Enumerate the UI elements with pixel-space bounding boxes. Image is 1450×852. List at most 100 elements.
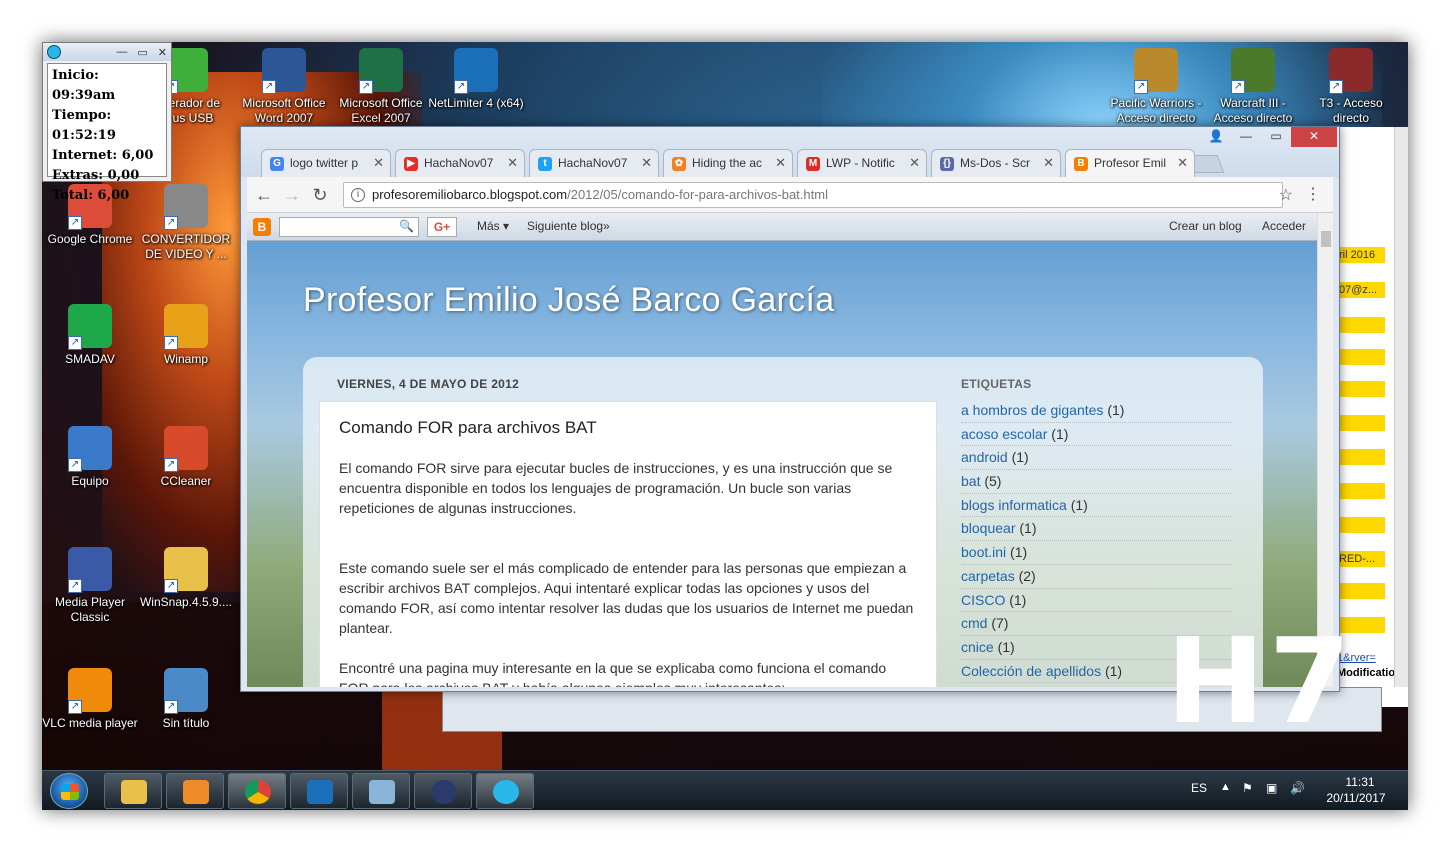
- blog-title[interactable]: Profesor Emilio José Barco García: [303, 281, 834, 320]
- address-bar[interactable]: i profesoremiliobarco.blogspot.com/2012/…: [343, 182, 1283, 208]
- volume-icon[interactable]: 🔊: [1290, 781, 1305, 795]
- taskbar-netlimiter[interactable]: [290, 773, 348, 809]
- sign-in-link[interactable]: Acceder: [1262, 219, 1306, 233]
- label-item[interactable]: acoso escolar (1): [961, 423, 1231, 447]
- menu-dots-icon[interactable]: ⋮: [1305, 184, 1321, 204]
- desktop-shortcut[interactable]: ↗ Media Player Classic: [42, 547, 138, 625]
- blog-search-input[interactable]: 🔍: [279, 217, 419, 237]
- desktop-shortcut[interactable]: ↗ Sin título: [138, 668, 234, 731]
- desktop-shortcut[interactable]: ↗ Pacific Warriors - Acceso directo: [1108, 48, 1204, 126]
- tray-time[interactable]: 11:31: [1337, 775, 1383, 789]
- label-link[interactable]: android: [961, 449, 1008, 465]
- bg-scrollbar[interactable]: [1394, 127, 1408, 687]
- tab-logo-twitter[interactable]: Glogo twitter p ✕: [261, 149, 391, 177]
- shortcut-arrow-icon: ↗: [454, 80, 468, 94]
- tab-close-icon[interactable]: ✕: [373, 155, 384, 171]
- create-blog-link[interactable]: Crear un blog: [1169, 219, 1242, 233]
- label-link[interactable]: a hombros de gigantes: [961, 402, 1103, 418]
- taskbar-chrome[interactable]: [228, 773, 286, 809]
- tab-profesor-emilio[interactable]: B Profesor Emil ✕: [1065, 149, 1195, 177]
- next-blog-link[interactable]: Siguiente blog»: [527, 219, 610, 233]
- desktop-shortcut[interactable]: ↗ T3 - Acceso directo: [1303, 48, 1399, 126]
- language-indicator[interactable]: ES: [1191, 781, 1207, 795]
- start-button[interactable]: [50, 773, 88, 809]
- desktop-shortcut[interactable]: ↗ SMADAV: [42, 304, 138, 367]
- tab-gmail-lwp[interactable]: M LWP - Notific ✕: [797, 149, 927, 177]
- label-link[interactable]: carpetas: [961, 568, 1015, 584]
- desktop-shortcut-label: Equipo: [71, 474, 109, 488]
- desktop-shortcut[interactable]: ↗ NetLimiter 4 (x64): [428, 48, 524, 111]
- shortcut-arrow-icon: ↗: [1329, 80, 1343, 94]
- label-link[interactable]: boot.ini: [961, 544, 1006, 560]
- label-link[interactable]: cnice: [961, 639, 994, 655]
- label-link[interactable]: CISCO: [961, 592, 1005, 608]
- label-item[interactable]: carpetas (2): [961, 565, 1231, 589]
- search-icon[interactable]: 🔍: [399, 219, 414, 233]
- taskbar-notepad[interactable]: [352, 773, 410, 809]
- tray-date[interactable]: 20/11/2017: [1322, 791, 1390, 805]
- label-item[interactable]: bloquear (1): [961, 517, 1231, 542]
- tab-msdos[interactable]: {} Ms-Dos - Scr ✕: [931, 149, 1061, 177]
- tab-close-icon[interactable]: ✕: [909, 155, 920, 171]
- label-link[interactable]: blogs informatica: [961, 497, 1067, 513]
- tab-twitter-hachanov07[interactable]: t HachaNov07 ✕: [529, 149, 659, 177]
- label-link[interactable]: bat: [961, 473, 980, 489]
- tab-close-icon[interactable]: ✕: [775, 155, 786, 171]
- blogger-logo-icon[interactable]: B: [253, 218, 271, 236]
- user-icon[interactable]: 👤: [1201, 127, 1231, 147]
- close-icon[interactable]: ✕: [158, 46, 167, 59]
- bookmark-star-icon[interactable]: ☆: [1279, 185, 1293, 205]
- taskbar-explorer[interactable]: [104, 773, 162, 809]
- desktop-shortcut[interactable]: ↗ Warcraft III - Acceso directo: [1205, 48, 1301, 126]
- taskbar-timer[interactable]: [476, 773, 534, 809]
- minimize-button[interactable]: —: [1231, 127, 1261, 147]
- scroll-thumb[interactable]: [1321, 231, 1331, 247]
- tab-hiding[interactable]: ✿ Hiding the ac ✕: [663, 149, 793, 177]
- google-plus-button[interactable]: G+: [427, 217, 457, 237]
- label-item[interactable]: bat (5): [961, 470, 1231, 494]
- action-center-icon[interactable]: ⚑: [1242, 781, 1253, 795]
- info-icon[interactable]: i: [351, 188, 365, 202]
- tab-close-icon[interactable]: ✕: [1177, 155, 1188, 171]
- taskbar-vpn[interactable]: [414, 773, 472, 809]
- desktop-shortcut[interactable]: ↗ Winamp: [138, 304, 234, 367]
- taskbar-media[interactable]: [166, 773, 224, 809]
- desktop-shortcut[interactable]: ↗ VLC media player: [42, 668, 138, 731]
- forward-icon[interactable]: →: [281, 185, 303, 206]
- reload-icon[interactable]: ↻: [309, 185, 331, 206]
- close-button[interactable]: ✕: [1291, 127, 1337, 147]
- desktop-shortcut[interactable]: ↗ CCleaner: [138, 426, 234, 489]
- label-link[interactable]: cmd: [961, 615, 987, 631]
- show-hidden-icons[interactable]: ▲: [1220, 781, 1231, 793]
- back-icon[interactable]: ←: [253, 185, 275, 206]
- post-title[interactable]: Comando FOR para archivos BAT: [339, 418, 597, 438]
- tab-close-icon[interactable]: ✕: [1043, 155, 1054, 171]
- label-link[interactable]: acoso escolar: [961, 426, 1047, 442]
- label-item[interactable]: CISCO (1): [961, 589, 1231, 613]
- internet-timer-widget[interactable]: — ▭ ✕ Inicio: 09:39am Tiempo: 01:52:19 I…: [42, 42, 172, 203]
- desktop-shortcut[interactable]: ↗ Equipo: [42, 426, 138, 489]
- winsnap-folder-icon: ↗: [164, 547, 208, 593]
- tab-close-icon[interactable]: ✕: [641, 155, 652, 171]
- tab-close-icon[interactable]: ✕: [507, 155, 518, 171]
- minimize-icon[interactable]: —: [116, 46, 127, 58]
- label-link[interactable]: bloquear: [961, 520, 1016, 536]
- tab-youtube-hachanov07[interactable]: ▶ HachaNov07 ✕: [395, 149, 525, 177]
- label-item[interactable]: blogs informatica (1): [961, 494, 1231, 518]
- desktop-shortcut-label: CCleaner: [160, 474, 212, 488]
- network-icon[interactable]: ▣: [1266, 781, 1277, 795]
- desktop-shortcut[interactable]: ↗ WinSnap.4.5.9....: [138, 547, 234, 610]
- more-menu[interactable]: Más ▾: [477, 219, 509, 233]
- main-content: VIERNES, 4 DE MAYO DE 2012 Comando FOR p…: [303, 357, 1263, 687]
- desktop-shortcut[interactable]: ↗ Microsoft Office Excel 2007: [333, 48, 429, 126]
- label-link[interactable]: Colección de apellidos: [961, 663, 1101, 679]
- label-item[interactable]: a hombros de gigantes (1): [961, 399, 1231, 423]
- maximize-button[interactable]: ▭: [1261, 127, 1291, 147]
- desktop-shortcut-label: SMADAV: [65, 352, 115, 366]
- maximize-icon[interactable]: ▭: [137, 46, 147, 59]
- label-item[interactable]: boot.ini (1): [961, 541, 1231, 565]
- label-item[interactable]: android (1): [961, 446, 1231, 471]
- desktop-shortcut[interactable]: ↗ Microsoft Office Word 2007: [236, 48, 332, 126]
- label-count: (2): [1018, 567, 1036, 584]
- chrome-window[interactable]: Glogo twitter p ✕ ▶ HachaNov07 ✕ t HachaNov07 ✕…: [240, 126, 1340, 692]
